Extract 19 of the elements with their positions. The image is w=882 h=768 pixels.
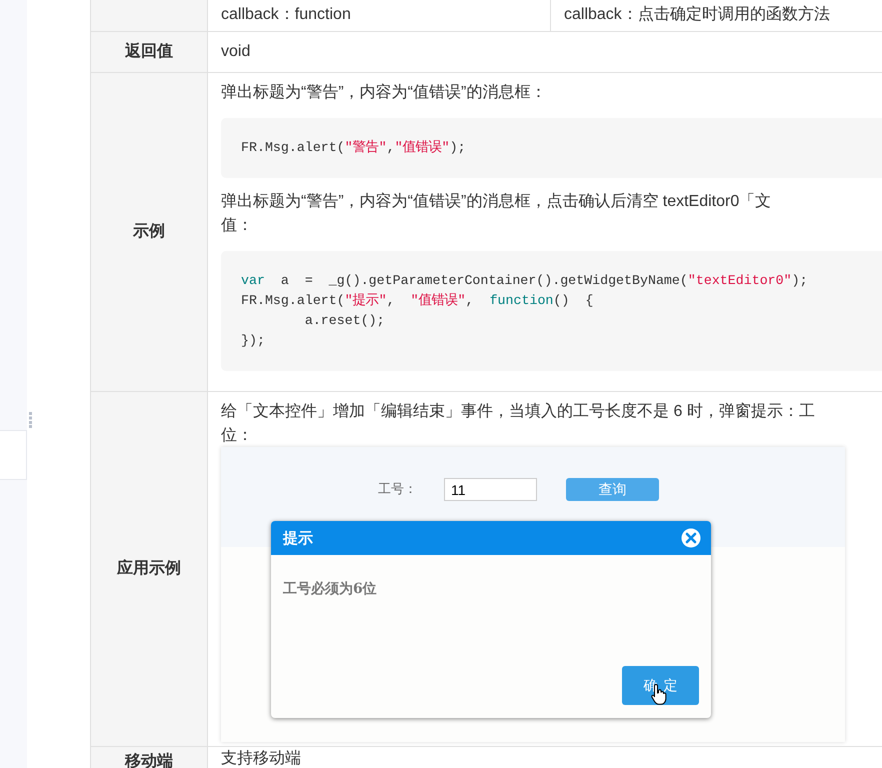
param-text: callback：点击确定时调用的函数方法 xyxy=(564,6,830,23)
close-icon[interactable] xyxy=(681,528,701,548)
id-input-field[interactable]: 11 xyxy=(444,478,537,501)
field-label: 工号： xyxy=(378,481,418,499)
dialog-message: 工号必须为6位 xyxy=(283,580,377,599)
param-text: callback：function xyxy=(221,6,351,23)
cell-text: 支持移动端 xyxy=(221,750,301,767)
row-header: 示例 xyxy=(91,73,208,391)
dialog-title: 提示 xyxy=(283,528,313,549)
example-text: 弹出标题为“警告”，内容为“值错误”的消息框，点击确认后清空 textEditor0「文 值： xyxy=(221,192,772,236)
row-header: 应用示例 xyxy=(91,392,208,746)
row-header: 返回值 xyxy=(91,32,208,72)
example-text: 给「文本控件」增加「编辑结束」事件，当填入的工号长度不是 6 时，弹窗提示：工 位： xyxy=(221,402,816,446)
query-button[interactable]: 查询 xyxy=(566,478,659,501)
example-text: 弹出标题为“警告”，内容为“值错误”的消息框： xyxy=(221,82,548,103)
code-block: var a = _g().getParameterContainer().getWidgetByName("textEditor0"); FR.Msg.alert("提示", "值错误", function() { a.reset(); }); xyxy=(221,251,882,371)
code-block: FR.Msg.alert("警告","值错误"); xyxy=(221,118,882,178)
cell-text: void xyxy=(221,43,250,60)
drag-handle-icon[interactable] xyxy=(29,412,33,428)
